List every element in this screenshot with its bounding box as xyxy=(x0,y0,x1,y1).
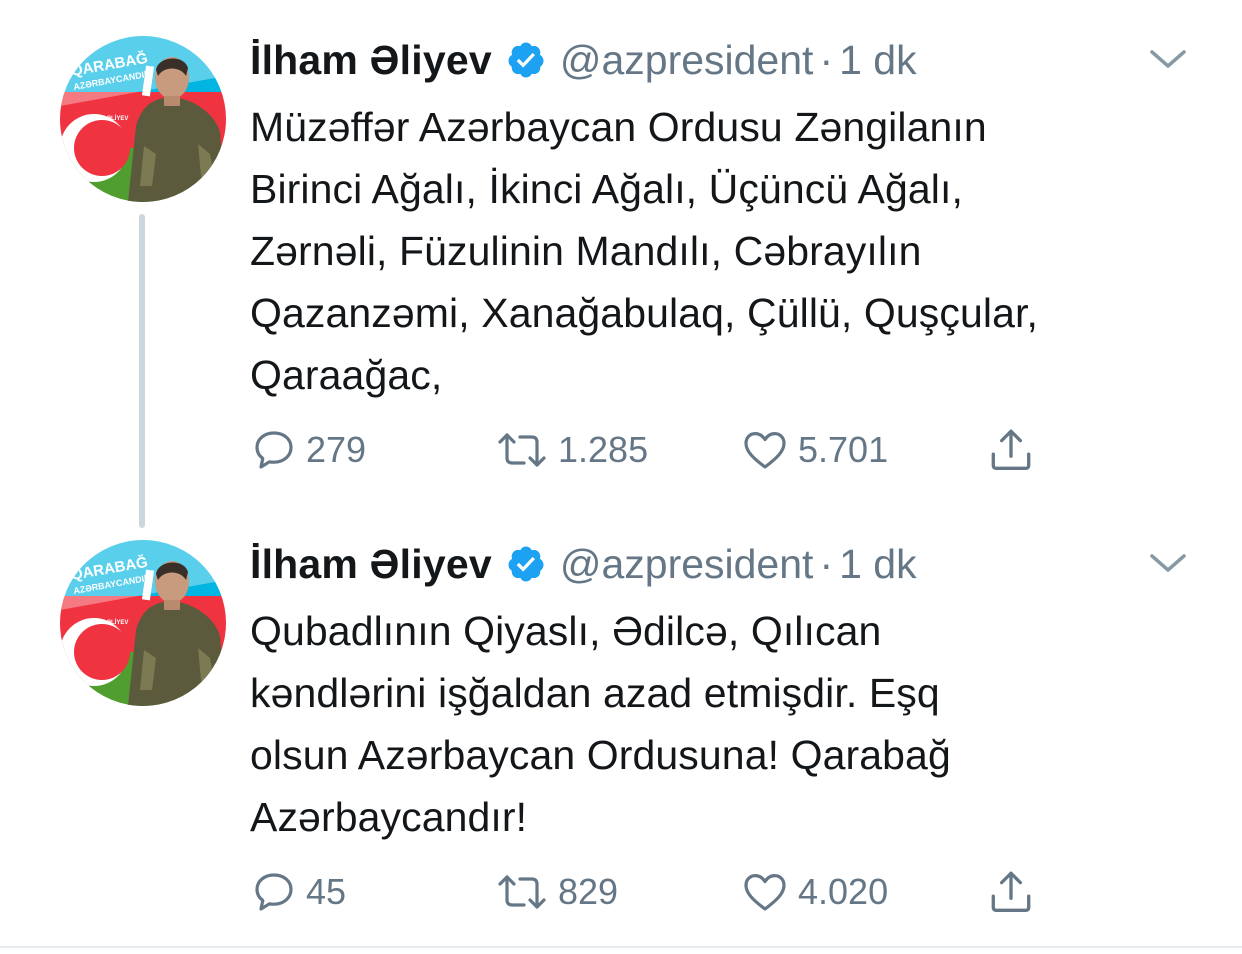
tweet[interactable]: QARABAĞ AZƏRBAYCANDIR İLHAM ƏLİYEV İlham… xyxy=(0,0,1242,520)
reply-count: 279 xyxy=(306,429,367,470)
reply-button[interactable]: 279 xyxy=(250,424,366,476)
display-name[interactable]: İlham Əliyev xyxy=(250,37,492,84)
separator-dot: · xyxy=(819,36,834,83)
like-button[interactable]: 4.020 xyxy=(740,866,888,918)
reply-icon xyxy=(250,426,298,474)
share-icon xyxy=(986,425,1036,475)
tweet-text-line: Qubadlının Qiyaslı, Ədilcə, Qılıcan xyxy=(250,608,882,654)
tweet-text-line: Qazanzəmi, Xanağabulaq, Çüllü, Quşçular, xyxy=(250,290,1039,336)
chevron-down-icon[interactable] xyxy=(1148,548,1188,578)
verified-badge-icon xyxy=(506,40,546,80)
retweet-button[interactable]: 829 xyxy=(494,866,618,918)
avatar-image: QARABAĞ AZƏRBAYCANDIR İLHAM ƏLİYEV xyxy=(60,540,226,706)
heart-icon xyxy=(740,426,790,474)
timestamp[interactable]: 1 dk xyxy=(839,541,917,588)
tweet-text-line: Zərnəli, Füzulinin Mandılı, Cəbrayılın xyxy=(250,228,922,274)
retweet-count: 1.285 xyxy=(558,429,649,470)
retweet-count: 829 xyxy=(558,871,619,912)
tweet[interactable]: QARABAĞ AZƏRBAYCANDIR İLHAM ƏLİYEV İlham… xyxy=(0,504,1242,950)
tweet-header: İlham Əliyev @azpresident · 1 dk xyxy=(250,32,917,88)
tweet-text-line: kəndlərini işğaldan azad etmişdir. Eşq xyxy=(250,670,940,716)
retweet-icon xyxy=(494,426,550,474)
share-icon xyxy=(986,867,1036,917)
verified-badge-icon xyxy=(506,544,546,584)
reply-icon xyxy=(250,868,298,916)
chevron-down-icon[interactable] xyxy=(1148,44,1188,74)
display-name[interactable]: İlham Əliyev xyxy=(250,541,492,588)
reply-button[interactable]: 45 xyxy=(250,866,346,918)
tweet-header: İlham Əliyev @azpresident · 1 dk xyxy=(250,536,917,592)
svg-text:İLHAM ƏLİYEV: İLHAM ƏLİYEV xyxy=(86,619,128,626)
avatar[interactable]: QARABAĞ AZƏRBAYCANDIR İLHAM ƏLİYEV xyxy=(60,36,226,202)
tweet-text-line: Azərbaycandır! xyxy=(250,794,528,840)
user-handle[interactable]: @azpresident xyxy=(560,37,814,84)
user-handle[interactable]: @azpresident xyxy=(560,541,814,588)
retweet-icon xyxy=(494,868,550,916)
tweet-actions: 45 829 4.020 xyxy=(250,866,1050,918)
tweet-actions: 279 1.285 5.701 xyxy=(250,424,1050,476)
share-button[interactable] xyxy=(986,866,1036,918)
like-count: 5.701 xyxy=(798,429,889,470)
divider xyxy=(0,946,1242,948)
tweet-text: Qubadlının Qiyaslı, Ədilcə, Qılıcan kənd… xyxy=(250,600,1210,848)
tweet-text-line: Qaraağac, xyxy=(250,352,443,398)
svg-text:İLHAM ƏLİYEV: İLHAM ƏLİYEV xyxy=(86,115,128,122)
like-count: 4.020 xyxy=(798,871,889,912)
tweet-text: Müzəffər Azərbaycan Ordusu Zəngilanın Bi… xyxy=(250,96,1210,406)
avatar-image: QARABAĞ AZƏRBAYCANDIR İLHAM ƏLİYEV xyxy=(60,36,226,202)
heart-icon xyxy=(740,868,790,916)
reply-count: 45 xyxy=(306,871,347,912)
avatar[interactable]: QARABAĞ AZƏRBAYCANDIR İLHAM ƏLİYEV xyxy=(60,540,226,706)
timestamp[interactable]: 1 dk xyxy=(839,37,917,84)
retweet-button[interactable]: 1.285 xyxy=(494,424,648,476)
share-button[interactable] xyxy=(986,424,1036,476)
like-button[interactable]: 5.701 xyxy=(740,424,888,476)
tweet-text-line: Müzəffər Azərbaycan Ordusu Zəngilanın xyxy=(250,104,987,150)
tweet-text-line: Birinci Ağalı, İkinci Ağalı, Üçüncü Ağal… xyxy=(250,166,963,212)
tweet-text-line: olsun Azərbaycan Ordusuna! Qarabağ xyxy=(250,732,951,778)
separator-dot: · xyxy=(819,540,834,587)
